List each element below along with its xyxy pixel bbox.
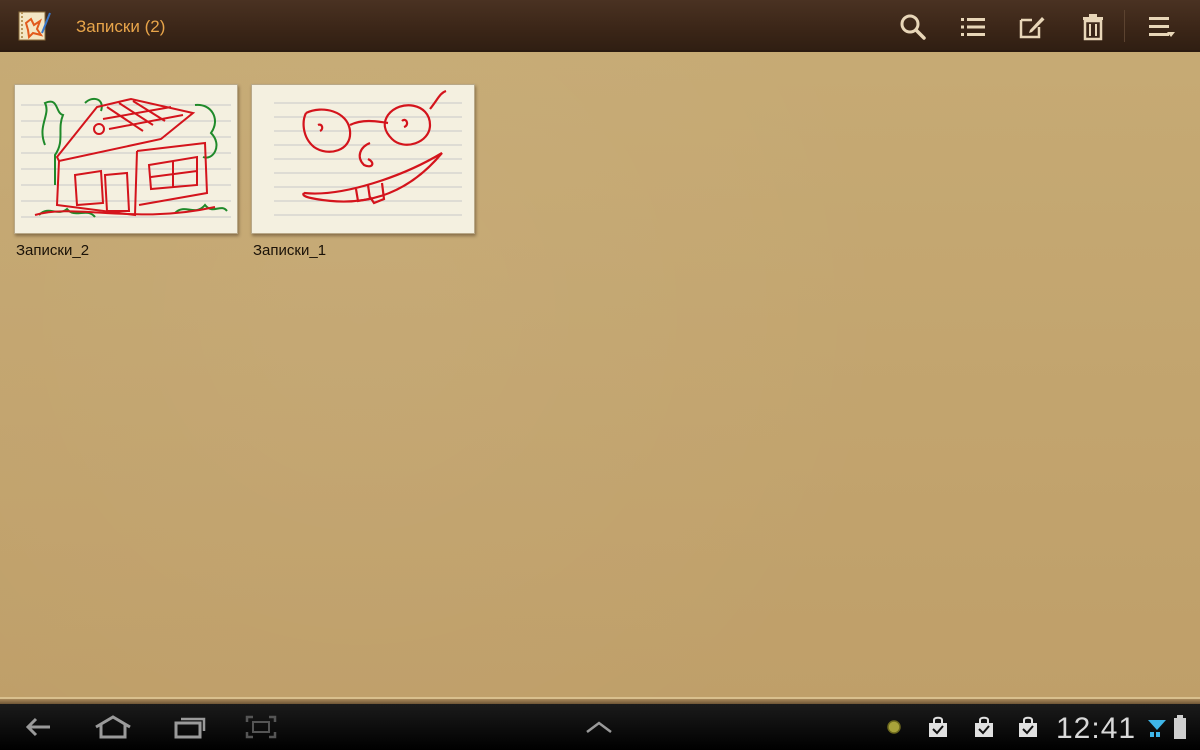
search-icon — [900, 14, 926, 40]
workspace-bottom-edge — [0, 697, 1200, 704]
recent-apps-icon — [174, 717, 206, 739]
edit-icon — [1019, 17, 1045, 39]
shopping-bag-icon — [929, 716, 947, 737]
battery-status — [1170, 712, 1190, 742]
list-icon — [961, 18, 985, 36]
shopping-bag-icon — [975, 716, 993, 737]
note-label-house[interactable]: Записки_2 — [16, 242, 89, 259]
expand-up-button[interactable] — [582, 712, 616, 742]
status-clock[interactable]: 12:41 — [1056, 712, 1136, 746]
wifi-icon — [1148, 720, 1166, 737]
new-note-button[interactable] — [1015, 10, 1049, 44]
back-button[interactable] — [22, 712, 56, 742]
notification-dot[interactable] — [882, 712, 906, 742]
expand-up-icon — [586, 721, 612, 733]
home-icon — [95, 715, 131, 739]
overflow-menu-button[interactable] — [1145, 10, 1179, 44]
notification-shop-2[interactable] — [970, 712, 998, 742]
system-bar: 12:41 — [0, 704, 1200, 750]
notification-shop-3[interactable] — [1014, 712, 1042, 742]
list-view-button[interactable] — [956, 10, 990, 44]
note-thumbnail-face[interactable] — [251, 84, 475, 234]
screenshot-icon — [245, 715, 277, 739]
house-drawing — [21, 97, 231, 218]
app-notebook-icon[interactable] — [16, 9, 52, 43]
action-bar: Записки (2) — [0, 0, 1200, 58]
face-drawing — [274, 89, 462, 216]
note-label-face[interactable]: Записки_1 — [253, 242, 326, 259]
notification-dot-icon — [887, 720, 901, 734]
note-thumbnail-house[interactable] — [14, 84, 238, 234]
wifi-status — [1146, 712, 1168, 742]
menu-icon — [1149, 17, 1175, 37]
recent-apps-button[interactable] — [172, 712, 208, 742]
battery-icon — [1174, 715, 1186, 739]
delete-button[interactable] — [1076, 10, 1110, 44]
notification-shop-1[interactable] — [924, 712, 952, 742]
back-icon — [25, 717, 50, 737]
home-button[interactable] — [92, 712, 134, 742]
shopping-bag-icon — [1019, 716, 1037, 737]
page-title: Записки (2) — [76, 17, 166, 36]
delete-icon — [1083, 14, 1103, 41]
search-button[interactable] — [896, 10, 930, 44]
screenshot-button[interactable] — [244, 712, 278, 742]
toolbar-divider — [1124, 10, 1125, 42]
